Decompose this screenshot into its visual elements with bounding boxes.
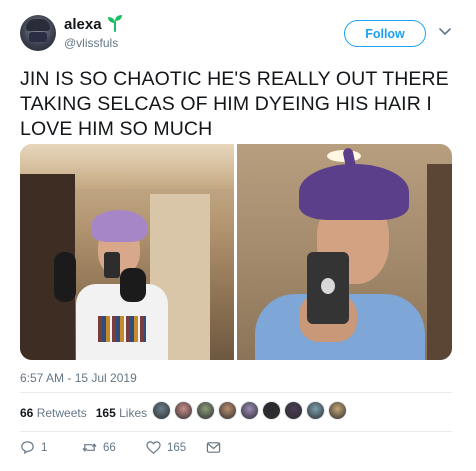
avatar[interactable] <box>20 15 56 51</box>
avatar-mask <box>29 32 47 42</box>
likes-stat[interactable]: 165 Likes <box>96 406 147 420</box>
tweet-text: JIN IS SO CHAOTIC HE'S REALLY OUT THERE … <box>20 68 449 140</box>
tweet-actions: 1 66 165 <box>20 440 460 460</box>
liker-avatar[interactable] <box>174 401 193 420</box>
liker-avatar[interactable] <box>240 401 259 420</box>
photo1-phone <box>104 252 120 278</box>
chevron-down-icon[interactable] <box>439 27 451 37</box>
media-photo-1[interactable] <box>20 144 234 360</box>
follow-button[interactable]: Follow <box>344 20 426 47</box>
liker-avatar[interactable] <box>328 401 347 420</box>
likes-count: 165 <box>95 406 116 420</box>
photo1-shirt-print <box>98 316 146 342</box>
avatar-hair <box>26 19 50 31</box>
tweet-timestamp[interactable]: 6:57 AM - 15 Jul 2019 <box>20 371 137 385</box>
retweets-stat[interactable]: 66 Retweets <box>20 406 87 420</box>
photo1-glove-left <box>54 252 76 302</box>
direct-message-button[interactable] <box>206 440 221 455</box>
divider <box>20 431 452 432</box>
like-button[interactable]: 165 <box>146 440 186 455</box>
liker-avatar[interactable] <box>152 401 171 420</box>
user-handle[interactable]: @vlissfuls <box>64 36 118 50</box>
heart-icon <box>146 441 161 454</box>
reply-icon <box>21 441 34 454</box>
liker-avatar[interactable] <box>218 401 237 420</box>
reply-count: 1 <box>41 441 48 454</box>
like-count: 165 <box>167 441 187 454</box>
sprout-icon <box>108 15 122 32</box>
photo1-hair <box>91 210 147 242</box>
tweet-stats: 66 Retweets 165 Likes <box>20 406 147 420</box>
likes-label: Likes <box>119 406 148 420</box>
retweet-count: 66 <box>103 441 116 454</box>
divider <box>20 392 452 393</box>
reply-button[interactable]: 1 <box>20 440 47 455</box>
photo2-phone <box>307 252 349 324</box>
display-name[interactable]: alexa <box>64 16 102 33</box>
photo2-pillar <box>427 164 452 360</box>
retweets-count: 66 <box>20 406 34 420</box>
liker-avatar[interactable] <box>196 401 215 420</box>
liker-avatar[interactable] <box>306 401 325 420</box>
envelope-icon <box>206 442 221 453</box>
tweet-media[interactable] <box>20 144 452 360</box>
retweet-button[interactable]: 66 <box>82 440 116 455</box>
liker-avatar[interactable] <box>284 401 303 420</box>
liker-avatars <box>152 401 350 420</box>
retweets-label: Retweets <box>36 406 87 420</box>
media-photo-2[interactable] <box>237 144 452 360</box>
photo1-glove-right <box>120 268 146 302</box>
retweet-icon <box>82 443 97 452</box>
apple-logo-icon <box>321 278 335 294</box>
liker-avatar[interactable] <box>262 401 281 420</box>
